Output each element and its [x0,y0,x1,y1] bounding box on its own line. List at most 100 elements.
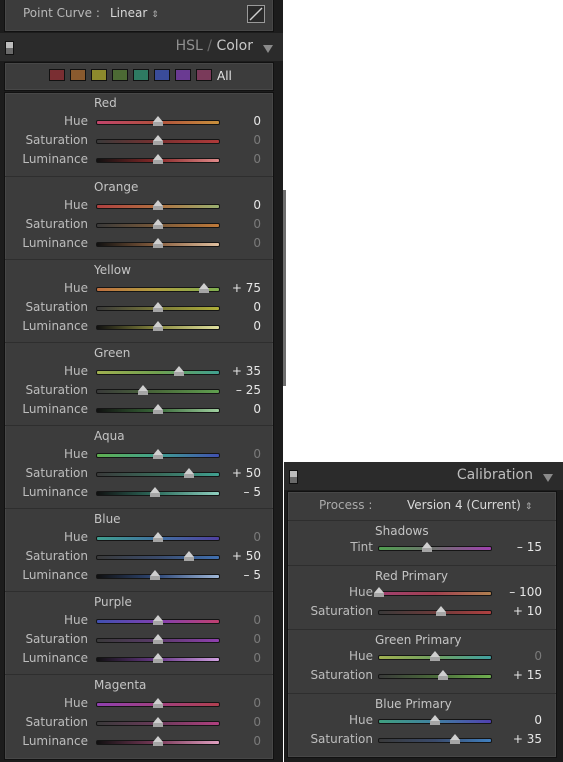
slider-value[interactable]: + 35 [232,364,261,378]
slider-track[interactable] [378,670,492,680]
slider-track[interactable] [96,487,220,497]
slider-value[interactable]: 0 [253,447,261,461]
slider-value[interactable]: 0 [253,152,261,166]
slider-track[interactable] [96,570,220,580]
slider-value[interactable]: 0 [253,734,261,748]
slider-track[interactable] [96,321,220,331]
slider-row-saturation: Saturation + 10 [288,603,556,621]
scrollbar[interactable] [283,190,286,386]
tab-color[interactable]: Color [216,38,253,54]
slider-track[interactable] [96,366,220,376]
edit-point-curve-button[interactable] [247,5,265,23]
slider-track[interactable] [96,615,220,625]
collapse-triangle-icon[interactable] [543,474,553,482]
slider-track[interactable] [96,200,220,210]
slider-track[interactable] [96,135,220,145]
slider-track[interactable] [96,449,220,459]
collapse-triangle-icon[interactable] [263,45,273,53]
slider-value[interactable]: 0 [534,713,542,727]
point-curve-select[interactable]: Linear ⇕ [110,6,159,20]
slider-track[interactable] [96,653,220,663]
hsl-group-orange: Orange Hue 0 Saturation 0 Luminance 0 [5,176,273,260]
calibration-group-green-primary: Green Primary Hue 0 Saturation + 15 [288,629,556,694]
slider-value[interactable]: + 50 [232,549,261,563]
slider-value[interactable]: 0 [253,133,261,147]
panel-toggle-switch[interactable] [5,41,14,55]
slider-track[interactable] [96,283,220,293]
slider-value[interactable]: – 25 [236,383,261,397]
slider-value[interactable]: – 100 [509,585,542,599]
hsl-panel-header[interactable]: HSL / Color [0,33,283,61]
slider-track[interactable] [378,715,492,725]
slider-label: Hue [348,713,373,727]
panel-toggle-switch[interactable] [289,470,298,484]
slider-track[interactable] [378,651,492,661]
slider-value[interactable]: 0 [253,198,261,212]
updown-arrows-icon: ⇕ [151,10,159,20]
slider-row-hue: Hue + 75 [5,280,273,298]
slider-track[interactable] [96,154,220,164]
process-select[interactable]: Version 4 (Current) ⇕ [407,498,532,512]
all-colors-button[interactable]: All [217,69,232,83]
slider-track[interactable] [96,468,220,478]
slider-track[interactable] [378,542,492,552]
slider-value[interactable]: – 5 [244,568,261,582]
slider-value[interactable]: 0 [253,530,261,544]
calibration-group-blue-primary: Blue Primary Hue 0 Saturation + 35 [288,693,556,758]
slider-track[interactable] [378,734,492,744]
swatch-magenta[interactable] [196,69,212,81]
slider-value[interactable]: 0 [253,236,261,250]
slider-value[interactable]: 0 [253,651,261,665]
slider-row-hue: Hue 0 [5,113,273,131]
swatch-orange[interactable] [70,69,86,81]
updown-arrows-icon: ⇕ [524,502,533,512]
slider-value[interactable]: + 50 [232,466,261,480]
slider-row-saturation: Saturation 0 [5,714,273,732]
group-title: Magenta [94,678,147,692]
slider-row-hue: Hue 0 [5,612,273,630]
slider-value[interactable]: 0 [253,613,261,627]
slider-track[interactable] [96,736,220,746]
slider-value[interactable]: – 15 [517,540,542,554]
slider-value[interactable]: 0 [253,300,261,314]
slider-value[interactable]: + 75 [232,281,261,295]
slider-track[interactable] [96,238,220,248]
swatch-purple[interactable] [175,69,191,81]
slider-track[interactable] [96,219,220,229]
slider-label: Saturation [25,217,88,231]
slider-track[interactable] [96,551,220,561]
slider-value[interactable]: 0 [253,319,261,333]
slider-value[interactable]: + 35 [513,732,542,746]
swatch-red[interactable] [49,69,65,81]
slider-value[interactable]: 0 [534,649,542,663]
slider-value[interactable]: 0 [253,114,261,128]
slider-value[interactable]: 0 [253,632,261,646]
calibration-panel-header[interactable]: Calibration [284,462,563,490]
slider-track[interactable] [378,606,492,616]
swatch-aqua[interactable] [133,69,149,81]
slider-track[interactable] [96,116,220,126]
slider-value[interactable]: + 10 [513,604,542,618]
group-title: Red [94,96,117,110]
slider-track[interactable] [96,404,220,414]
slider-track[interactable] [96,634,220,644]
slider-track[interactable] [96,385,220,395]
slider-value[interactable]: – 5 [244,485,261,499]
slider-value[interactable]: 0 [253,715,261,729]
slider-track[interactable] [96,532,220,542]
slider-value[interactable]: 0 [253,402,261,416]
slider-label: Luminance [22,734,88,748]
swatch-blue[interactable] [154,69,170,81]
slider-track[interactable] [96,302,220,312]
slider-value[interactable]: 0 [253,217,261,231]
slider-row-hue: Hue 0 [5,529,273,547]
slider-value[interactable]: + 15 [513,668,542,682]
slider-track[interactable] [374,587,492,597]
hsl-group-blue: Blue Hue 0 Saturation + 50 Luminance – 5 [5,508,273,592]
slider-track[interactable] [96,717,220,727]
swatch-yellow[interactable] [91,69,107,81]
slider-value[interactable]: 0 [253,696,261,710]
tab-hsl[interactable]: HSL [176,38,203,54]
slider-track[interactable] [96,698,220,708]
swatch-green[interactable] [112,69,128,81]
